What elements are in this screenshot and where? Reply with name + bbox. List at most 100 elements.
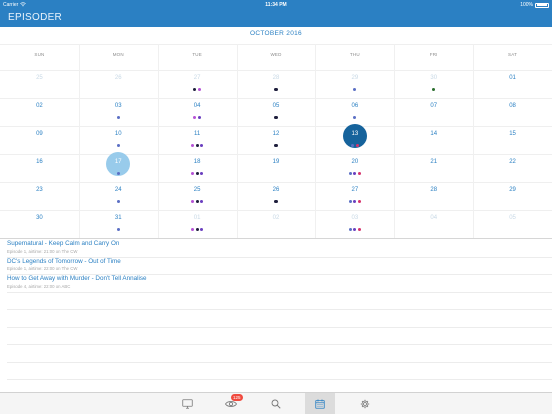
- search-icon: [271, 399, 281, 409]
- calendar-day-today[interactable]: 13: [315, 124, 394, 152]
- calendar-day[interactable]: 28: [237, 68, 316, 96]
- episode-dot: [200, 228, 204, 232]
- episode-dots: [237, 88, 316, 92]
- calendar-day[interactable]: 08: [473, 96, 552, 124]
- calendar-day[interactable]: 26: [237, 180, 316, 208]
- calendar-day[interactable]: 25: [158, 180, 237, 208]
- episode-dot: [348, 200, 352, 204]
- tab-calendar[interactable]: [305, 393, 335, 414]
- episode-airtime: Episode 1, airtime: 22:00 on The CW: [7, 266, 78, 271]
- eye-icon: [225, 400, 237, 408]
- calendar-day[interactable]: 21: [394, 152, 473, 180]
- calendar-day-selected[interactable]: 17: [79, 152, 158, 180]
- calendar-day[interactable]: 25: [0, 68, 79, 96]
- day-number: 27: [351, 187, 359, 193]
- episode-row[interactable]: DC's Legends of Tomorrow - Out of Time Ep…: [0, 257, 552, 275]
- calendar-day[interactable]: 06: [315, 96, 394, 124]
- episode-row[interactable]: Supernatural - Keep Calm and Carry On Epi…: [0, 239, 552, 257]
- calendar-day[interactable]: 09: [0, 124, 79, 152]
- day-number: 30: [36, 215, 43, 221]
- day-number: 04: [193, 103, 201, 109]
- calendar-day[interactable]: 01: [158, 208, 237, 236]
- calendar-day[interactable]: 04: [158, 96, 237, 124]
- list-separator: [7, 256, 552, 258]
- weekday-label: WED: [270, 52, 282, 57]
- calendar-day[interactable]: 28: [394, 180, 473, 208]
- day-number: 27: [193, 75, 201, 81]
- day-number: 29: [351, 75, 359, 81]
- day-number: 02: [272, 215, 280, 221]
- list-separator: [7, 379, 552, 380]
- calendar-day[interactable]: 30: [0, 208, 79, 236]
- calendar-day[interactable]: 15: [473, 124, 552, 152]
- calendar-day[interactable]: 02: [237, 208, 316, 236]
- calendar-day[interactable]: 04: [394, 208, 473, 236]
- calendar-day[interactable]: 29: [315, 68, 394, 96]
- calendar-day[interactable]: 19: [237, 152, 316, 180]
- weekday-label: MON: [112, 52, 124, 57]
- day-number: 31: [114, 215, 122, 221]
- calendar-day[interactable]: 03: [315, 208, 394, 236]
- day-number: 10: [114, 131, 122, 137]
- episode-dot: [197, 88, 202, 92]
- episode-airtime: Episode 4, airtime: 22:00 on ABC: [7, 283, 71, 289]
- episode-dot: [190, 172, 195, 176]
- episode-dots: [315, 200, 394, 204]
- calendar-day[interactable]: 20: [315, 152, 394, 180]
- calendar-day[interactable]: 12: [237, 124, 316, 152]
- calendar-day[interactable]: 10: [79, 124, 158, 152]
- month-title: OCTOBER 2016: [250, 30, 302, 37]
- battery-percent: 100%: [520, 2, 533, 8]
- episode-dots: [158, 172, 237, 176]
- calendar-day[interactable]: 27: [158, 68, 237, 96]
- calendar-icon: [315, 399, 325, 409]
- episode-dots: [79, 144, 158, 148]
- calendar-day[interactable]: 02: [0, 96, 79, 124]
- episode-title: DC's Legends of Tomorrow - Out of Time: [7, 257, 121, 265]
- calendar-day[interactable]: 05: [237, 96, 316, 124]
- day-number: 03: [351, 215, 359, 221]
- calendar-day[interactable]: 14: [394, 124, 473, 152]
- calendar-day[interactable]: 16: [0, 152, 79, 180]
- episode-title: Supernatural - Keep Calm and Carry On: [7, 240, 120, 247]
- episode-row[interactable]: How to Get Away with Murder - Don't Tell…: [0, 274, 552, 292]
- episode-dots: [79, 200, 158, 204]
- episode-dot: [353, 172, 357, 176]
- nav-bar: EPISODER: [0, 9, 552, 27]
- day-number: 28: [430, 187, 438, 193]
- calendar-day[interactable]: 29: [473, 180, 552, 208]
- calendar-day[interactable]: 30: [394, 68, 473, 96]
- episode-dot: [350, 144, 355, 148]
- calendar-day[interactable]: 07: [394, 96, 473, 124]
- episode-dots: [79, 116, 158, 120]
- episode-dots: [315, 172, 394, 176]
- calendar-day[interactable]: 27: [315, 180, 394, 208]
- calendar-day[interactable]: 24: [79, 180, 158, 208]
- calendar-day[interactable]: 26: [79, 68, 158, 96]
- tab-tv[interactable]: [172, 393, 202, 414]
- calendar-day[interactable]: 03: [79, 96, 158, 124]
- day-number: 26: [114, 75, 122, 81]
- calendar-day[interactable]: 31: [79, 208, 158, 236]
- calendar-day[interactable]: 05: [473, 208, 552, 236]
- calendar-grid: 25 26 27 28 29 30 01 02 03 04 05 06 07 08 09 10 11 12 13 14…: [0, 70, 552, 238]
- calendar-day[interactable]: 18: [158, 152, 237, 180]
- episode-dots: [237, 200, 316, 204]
- tab-eye[interactable]: 125: [216, 393, 246, 414]
- episode-dots: [158, 200, 237, 204]
- day-number: 23: [36, 187, 43, 193]
- weekday-label: SAT: [508, 52, 518, 57]
- tab-search[interactable]: [261, 393, 291, 414]
- day-number: 18: [193, 159, 201, 165]
- episode-dot: [353, 228, 357, 232]
- day-number: 21: [430, 159, 438, 165]
- calendar-day[interactable]: 11: [158, 124, 237, 152]
- day-number: 24: [114, 187, 122, 193]
- calendar-day[interactable]: 01: [473, 68, 552, 96]
- calendar-day[interactable]: 23: [0, 180, 79, 208]
- tab-gear[interactable]: [350, 393, 380, 414]
- calendar-day[interactable]: 22: [473, 152, 552, 180]
- episode-dot: [353, 116, 357, 120]
- episode-dot: [193, 88, 197, 92]
- episode-dot: [190, 144, 195, 148]
